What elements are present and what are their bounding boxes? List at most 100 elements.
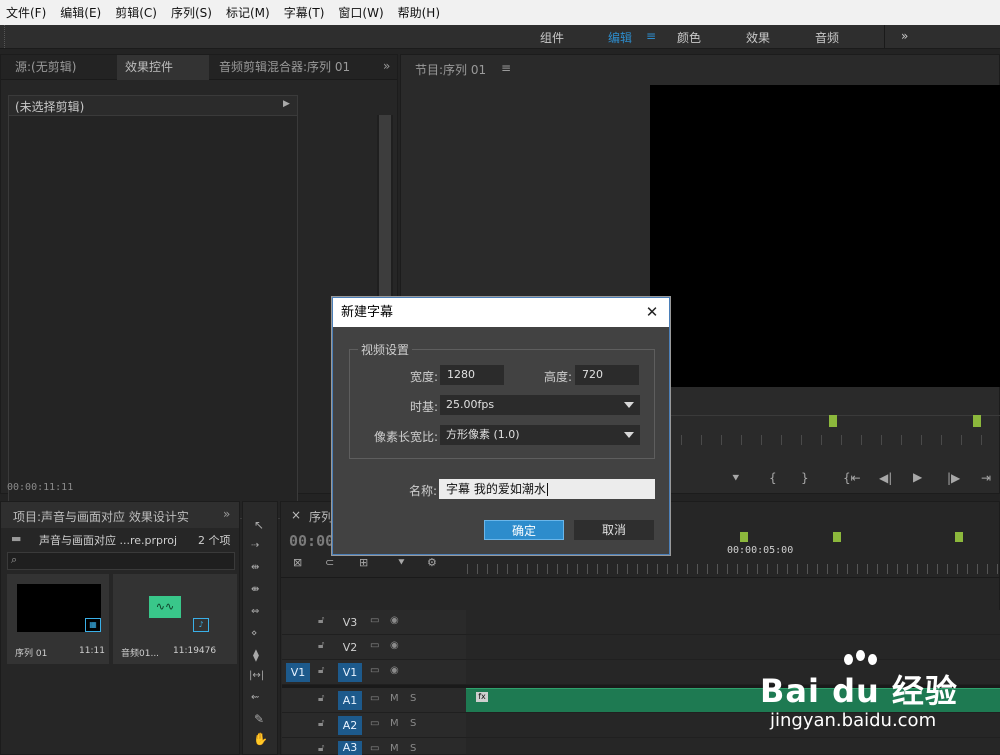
ok-button[interactable]: 确定: [484, 520, 564, 540]
tab-source[interactable]: 源:(无剪辑): [7, 55, 84, 80]
track-name[interactable]: A3: [338, 741, 362, 755]
menu-edit[interactable]: 编辑(E): [60, 4, 101, 21]
timeline-timecode[interactable]: 00:00: [289, 532, 334, 550]
workspace-editing[interactable]: 编辑: [608, 29, 632, 46]
track-name[interactable]: V1: [338, 663, 362, 682]
track-select-icon[interactable]: ⇢: [251, 540, 259, 551]
lock-icon[interactable]: 🔓︎: [318, 640, 324, 651]
tab-sequence[interactable]: 序列: [309, 508, 333, 525]
timebase-select[interactable]: 25.00fps: [440, 395, 640, 415]
menu-clip[interactable]: 剪辑(C): [115, 4, 157, 21]
panel-more-icon[interactable]: »: [223, 507, 230, 521]
timeline-ruler[interactable]: [467, 564, 1000, 574]
track-header-a1[interactable]: 🔓︎ A1 ▭ M S: [282, 688, 466, 713]
track-header-a3[interactable]: 🔓︎ A3 ▭ M S: [282, 738, 466, 755]
lock-icon[interactable]: 🔓︎: [318, 665, 324, 676]
cancel-button[interactable]: 取消: [574, 520, 654, 540]
slide-tool-icon[interactable]: |↔|: [249, 670, 264, 681]
menu-marker[interactable]: 标记(M): [226, 4, 270, 21]
mute-button[interactable]: M: [390, 693, 399, 704]
wrench-icon[interactable]: ⚙: [427, 556, 437, 569]
solo-button[interactable]: S: [410, 718, 416, 729]
track-lane-a3[interactable]: [466, 738, 1000, 755]
linked-selection-icon[interactable]: ⊂: [325, 556, 334, 569]
project-search-input[interactable]: ⌕: [7, 552, 235, 570]
go-to-in-icon[interactable]: {⇤: [843, 471, 861, 485]
close-icon[interactable]: ✕: [641, 301, 663, 323]
sync-lock-icon[interactable]: ▭: [370, 718, 379, 729]
lock-icon[interactable]: 🔓︎: [318, 693, 324, 704]
step-forward-icon[interactable]: |▶: [947, 471, 960, 485]
eye-icon[interactable]: ◉: [390, 615, 399, 626]
tab-effect-controls[interactable]: 效果控件: [117, 55, 209, 80]
menu-help[interactable]: 帮助(H): [398, 4, 440, 21]
snap-icon[interactable]: ⊠: [293, 556, 302, 569]
eye-icon[interactable]: ◉: [390, 640, 399, 651]
title-name-input[interactable]: 字幕 我的爱如潮水: [439, 479, 655, 499]
pen-tool-icon[interactable]: ⇜: [251, 692, 259, 703]
workspace-color[interactable]: 颜色: [677, 29, 701, 46]
sync-lock-icon[interactable]: ▭: [370, 743, 379, 754]
lock-icon[interactable]: 🔓︎: [318, 743, 324, 754]
track-lane-v3[interactable]: [466, 610, 1000, 635]
rate-stretch-icon[interactable]: ⇔: [251, 606, 259, 617]
solo-button[interactable]: S: [410, 693, 416, 704]
track-header-a2[interactable]: 🔓︎ A2 ▭ M S: [282, 713, 466, 738]
add-marker-icon[interactable]: ⯆: [397, 556, 406, 570]
rolling-edit-icon[interactable]: ⇼: [251, 584, 259, 595]
close-tab-icon[interactable]: ×: [291, 508, 301, 522]
program-viewer[interactable]: [650, 85, 1000, 387]
mark-out-icon[interactable]: }: [801, 471, 809, 485]
pixel-aspect-select[interactable]: 方形像素 (1.0): [440, 425, 640, 445]
workspace-assembly[interactable]: 组件: [540, 29, 564, 46]
track-name[interactable]: A1: [338, 691, 362, 710]
workspace-more-icon[interactable]: »: [901, 29, 908, 43]
hand-tool-icon[interactable]: ✋: [253, 732, 268, 746]
selection-tool-icon[interactable]: ↖: [254, 518, 264, 532]
height-input[interactable]: 720: [575, 365, 639, 385]
project-item-audio[interactable]: ∿∿ ♪ 音频01... 11:19476: [113, 574, 237, 664]
menu-file[interactable]: 文件(F): [6, 4, 46, 21]
program-menu-icon[interactable]: ≡: [501, 61, 511, 75]
sync-lock-icon[interactable]: ▭: [370, 640, 379, 651]
tab-program[interactable]: 节目:序列 01: [415, 61, 486, 78]
mute-button[interactable]: M: [390, 743, 399, 754]
track-name[interactable]: A2: [338, 716, 362, 735]
project-item-sequence[interactable]: ▦ 序列 01 11:11: [7, 574, 109, 664]
play-icon[interactable]: ▶: [913, 470, 922, 484]
mark-in-icon[interactable]: {: [769, 471, 777, 485]
lock-icon[interactable]: 🔓︎: [318, 718, 324, 729]
track-name[interactable]: V3: [338, 613, 362, 632]
width-input[interactable]: 1280: [440, 365, 504, 385]
menu-window[interactable]: 窗口(W): [338, 4, 383, 21]
tab-project[interactable]: 项目:声音与画面对应 效果设计实: [13, 508, 203, 525]
workspace-menu-icon[interactable]: ≡: [646, 29, 656, 43]
slip-tool-icon[interactable]: ⧫: [253, 648, 259, 662]
go-to-out-icon[interactable]: ⇥: [981, 471, 991, 485]
workspace-effects[interactable]: 效果: [746, 29, 770, 46]
menu-sequence[interactable]: 序列(S): [171, 4, 212, 21]
sync-lock-icon[interactable]: ▭: [370, 693, 379, 704]
sync-lock-icon[interactable]: ▭: [370, 665, 379, 676]
menu-title[interactable]: 字幕(T): [284, 4, 325, 21]
track-header-v2[interactable]: 🔓︎ V2 ▭ ◉: [282, 635, 466, 660]
track-header-v3[interactable]: 🔓︎ V3 ▭ ◉: [282, 610, 466, 635]
expand-icon[interactable]: ▶: [283, 99, 290, 109]
source-patch-v1[interactable]: V1: [286, 663, 310, 682]
sync-lock-icon[interactable]: ▭: [370, 615, 379, 626]
eye-icon[interactable]: ◉: [390, 665, 399, 676]
pen-icon[interactable]: ✎: [254, 712, 264, 726]
lock-icon[interactable]: 🔓︎: [318, 615, 324, 626]
panel-more-icon[interactable]: »: [383, 59, 390, 73]
track-name[interactable]: V2: [338, 638, 362, 657]
workspace-audio[interactable]: 音频: [815, 29, 839, 46]
ripple-edit-icon[interactable]: ⇹: [251, 562, 259, 573]
tab-audio-clip-mixer[interactable]: 音频剪辑混合器:序列 01: [211, 55, 371, 80]
add-marker-icon[interactable]: ⯆: [731, 471, 741, 486]
razor-tool-icon[interactable]: ⋄: [251, 628, 257, 639]
mute-button[interactable]: M: [390, 718, 399, 729]
solo-button[interactable]: S: [410, 743, 416, 754]
nest-icon[interactable]: ⊞: [359, 556, 368, 569]
track-header-v1[interactable]: V1 🔓︎ V1 ▭ ◉: [282, 660, 466, 685]
step-back-icon[interactable]: ◀|: [879, 471, 892, 485]
